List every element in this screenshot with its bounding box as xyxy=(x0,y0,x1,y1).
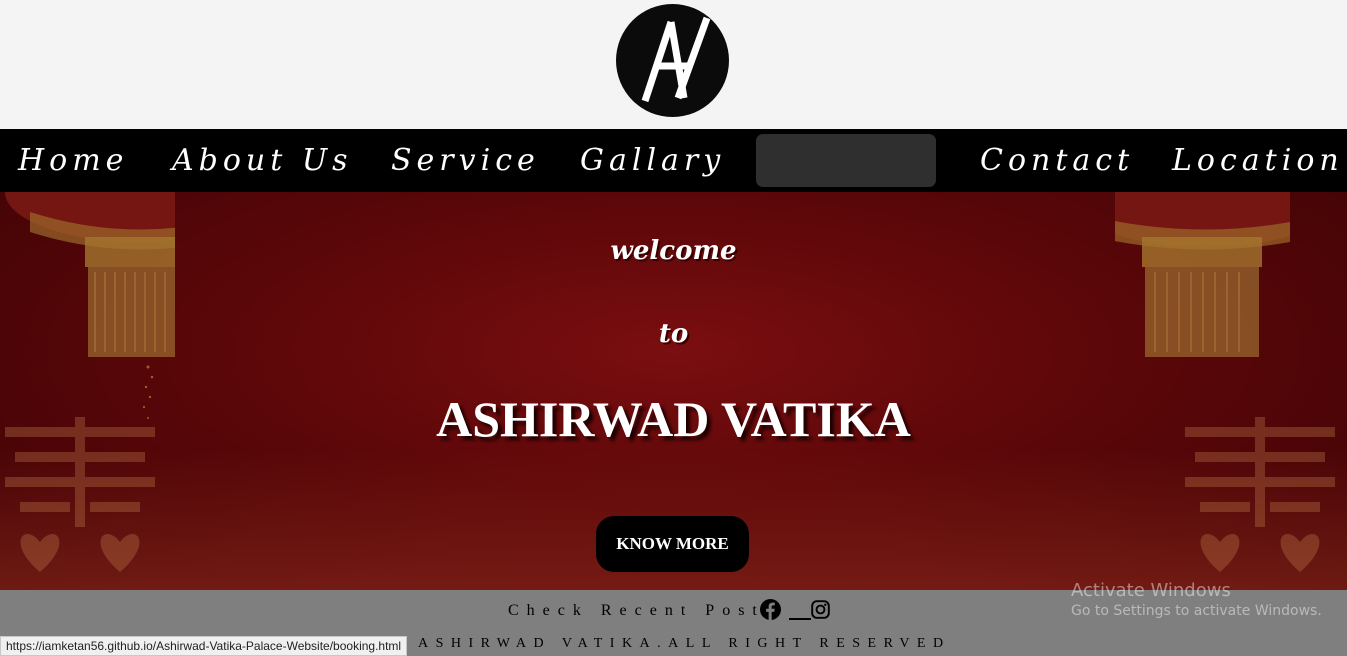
nav-service[interactable]: Service xyxy=(391,141,540,181)
site-header xyxy=(0,0,1347,129)
browser-status-url: https://iamketan56.github.io/Ashirwad-Va… xyxy=(0,636,408,656)
activate-windows-subtitle: Go to Settings to activate Windows. xyxy=(1071,603,1322,619)
hero-title: ASHIRWAD VATIKA xyxy=(436,391,911,447)
nav-gallery[interactable]: Gallary xyxy=(580,141,725,181)
nav-home[interactable]: Home xyxy=(18,141,128,181)
main-nav: Home About Us Service Gallary Contact Lo… xyxy=(0,129,1347,192)
hero-to-text: to xyxy=(658,319,689,349)
know-more-button[interactable]: KNOW MORE xyxy=(596,516,749,572)
activate-windows-title: Activate Windows xyxy=(1071,580,1231,601)
site-logo[interactable] xyxy=(616,4,729,117)
nav-contact[interactable]: Contact xyxy=(980,141,1134,181)
nav-location[interactable]: Location xyxy=(1172,141,1344,181)
check-recent-post-link[interactable]: Check Recent Post xyxy=(508,602,765,620)
hero-banner: welcome to ASHIRWAD VATIKA KNOW MORE xyxy=(0,192,1347,590)
icon-separator xyxy=(789,618,811,620)
av-logo-icon xyxy=(641,16,711,103)
instagram-icon[interactable] xyxy=(811,600,830,619)
nav-hovered-blank-item[interactable] xyxy=(756,134,936,187)
nav-about-us[interactable]: About Us xyxy=(172,141,353,181)
copyright-text: ASHIRWAD VATIKA.ALL RIGHT RESERVED xyxy=(418,636,951,651)
hero-welcome-text: welcome xyxy=(610,236,737,266)
facebook-icon[interactable] xyxy=(760,599,781,620)
activate-windows-watermark: Activate Windows Go to Settings to activ… xyxy=(1071,580,1322,619)
